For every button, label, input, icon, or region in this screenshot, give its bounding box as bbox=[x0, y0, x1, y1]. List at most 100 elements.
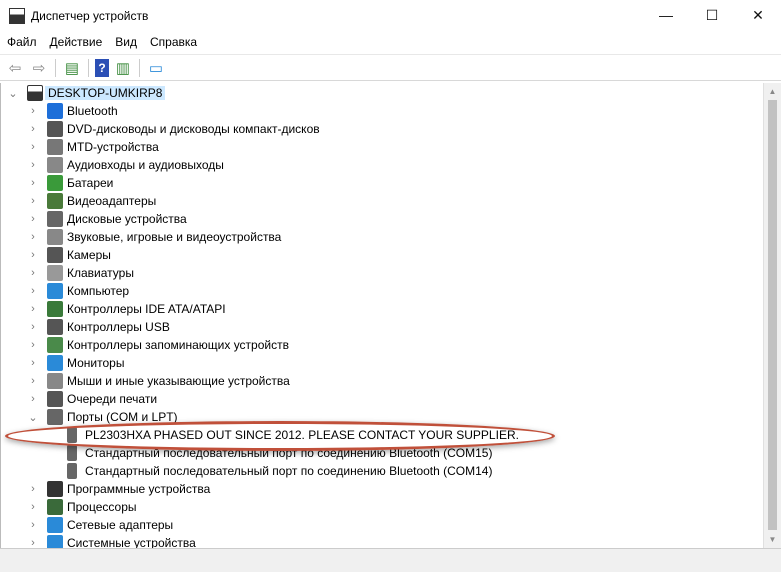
chevron-right-icon[interactable]: › bbox=[27, 159, 39, 171]
category-label: Очереди печати bbox=[67, 392, 158, 406]
tree-category[interactable]: › Сетевые адаптеры bbox=[27, 516, 173, 534]
menu-bar: Файл Действие Вид Справка bbox=[0, 32, 203, 52]
mtd-icon bbox=[47, 139, 63, 155]
software-device-icon bbox=[47, 481, 63, 497]
tree-category[interactable]: › MTD-устройства bbox=[27, 138, 159, 156]
chevron-right-icon[interactable]: › bbox=[27, 195, 39, 207]
chevron-right-icon[interactable]: › bbox=[27, 267, 39, 279]
chevron-right-icon[interactable]: › bbox=[27, 375, 39, 387]
scan-hardware-icon[interactable]: ▭ bbox=[146, 59, 166, 77]
tree-category[interactable]: › Мониторы bbox=[27, 354, 124, 372]
status-bar bbox=[0, 548, 781, 572]
title-bar: Диспетчер устройств — ☐ ✕ bbox=[0, 0, 781, 32]
chevron-right-icon[interactable]: › bbox=[27, 501, 39, 513]
device-item[interactable]: Стандартный последовательный порт по сое… bbox=[67, 462, 492, 480]
tree-category[interactable]: › Клавиатуры bbox=[27, 264, 134, 282]
category-label: MTD-устройства bbox=[67, 140, 159, 154]
system-icon bbox=[47, 535, 63, 548]
scroll-down-icon[interactable]: ▼ bbox=[764, 531, 781, 548]
vertical-scrollbar[interactable]: ▲ ▼ bbox=[763, 83, 781, 548]
tree-category[interactable]: › DVD-дисководы и дисководы компакт-диско… bbox=[27, 120, 320, 138]
menu-action[interactable]: Действие bbox=[44, 35, 109, 49]
category-label: Контроллеры IDE ATA/ATAPI bbox=[67, 302, 226, 316]
category-label: Дисковые устройства bbox=[67, 212, 187, 226]
window-title: Диспетчер устройств bbox=[31, 9, 149, 23]
tree-category[interactable]: › Компьютер bbox=[27, 282, 129, 300]
menu-view[interactable]: Вид bbox=[109, 35, 143, 49]
chevron-right-icon[interactable]: › bbox=[27, 213, 39, 225]
maximize-button[interactable]: ☐ bbox=[689, 0, 735, 30]
help-icon[interactable]: ? bbox=[95, 58, 109, 77]
category-label: Контроллеры USB bbox=[67, 320, 170, 334]
chevron-right-icon[interactable]: › bbox=[27, 303, 39, 315]
device-tree: ⌄ DESKTOP-UMKIRP8 › Bluetooth › DVD-дисково… bbox=[0, 83, 763, 548]
tree-category[interactable]: › Контроллеры USB bbox=[27, 318, 170, 336]
tree-category[interactable]: › Батареи bbox=[27, 174, 113, 192]
chevron-right-icon[interactable]: › bbox=[27, 321, 39, 333]
update-driver-icon[interactable]: ▥ bbox=[113, 59, 133, 77]
tree-category[interactable]: › Видеоадаптеры bbox=[27, 192, 156, 210]
category-label: Компьютер bbox=[67, 284, 130, 298]
tree-category[interactable]: › Очереди печати bbox=[27, 390, 157, 408]
storage-icon bbox=[47, 337, 63, 353]
category-label: Клавиатуры bbox=[67, 266, 134, 280]
category-label: Мониторы bbox=[67, 356, 125, 370]
chevron-down-icon[interactable]: ⌄ bbox=[27, 411, 39, 424]
toolbar-separator bbox=[88, 58, 89, 77]
port-icon bbox=[67, 445, 77, 461]
chevron-right-icon[interactable]: › bbox=[27, 249, 39, 261]
device-label: Стандартный последовательный порт по сое… bbox=[85, 464, 493, 478]
tree-category[interactable]: › Программные устройства bbox=[27, 480, 210, 498]
toolbar: ⇦ ⇨ ▤ ? ▥ ▭ bbox=[0, 54, 781, 81]
back-icon[interactable]: ⇦ bbox=[5, 59, 25, 77]
menu-file[interactable]: Файл bbox=[1, 35, 43, 49]
toolbar-separator bbox=[139, 58, 140, 77]
usb-icon bbox=[47, 319, 63, 335]
chevron-right-icon[interactable]: › bbox=[27, 123, 39, 135]
printer-icon bbox=[47, 391, 63, 407]
category-label: Мыши и иные указывающие устройства bbox=[67, 374, 290, 388]
tree-category[interactable]: › Аудиовходы и аудиовыходы bbox=[27, 156, 224, 174]
scroll-thumb[interactable] bbox=[768, 100, 777, 530]
tree-category[interactable]: › Системные устройства bbox=[27, 534, 196, 548]
minimize-button[interactable]: — bbox=[643, 0, 689, 30]
forward-icon[interactable]: ⇨ bbox=[29, 59, 49, 77]
chevron-right-icon[interactable]: › bbox=[27, 177, 39, 189]
tree-category[interactable]: › Bluetooth bbox=[27, 102, 118, 120]
scroll-up-icon[interactable]: ▲ bbox=[764, 83, 781, 100]
chevron-right-icon[interactable]: › bbox=[27, 537, 39, 548]
close-button[interactable]: ✕ bbox=[735, 0, 781, 30]
category-label: Видеоадаптеры bbox=[67, 194, 157, 208]
processor-icon bbox=[47, 499, 63, 515]
tree-category[interactable]: › Контроллеры IDE ATA/ATAPI bbox=[27, 300, 226, 318]
tree-category[interactable]: › Звуковые, игровые и видеоустройства bbox=[27, 228, 281, 246]
chevron-right-icon[interactable]: › bbox=[27, 285, 39, 297]
tree-category[interactable]: › Процессоры bbox=[27, 498, 137, 516]
chevron-right-icon[interactable]: › bbox=[27, 231, 39, 243]
sound-icon bbox=[47, 229, 63, 245]
chevron-right-icon[interactable]: › bbox=[27, 357, 39, 369]
tree-root[interactable]: ⌄ DESKTOP-UMKIRP8 bbox=[7, 84, 166, 102]
mouse-icon bbox=[47, 373, 63, 389]
monitor-icon bbox=[47, 355, 63, 371]
tree-category[interactable]: › Мыши и иные указывающие устройства bbox=[27, 372, 290, 390]
device-manager-icon bbox=[9, 8, 25, 24]
category-label: Звуковые, игровые и видеоустройства bbox=[67, 230, 282, 244]
tree-category[interactable]: › Камеры bbox=[27, 246, 111, 264]
computer-icon bbox=[27, 85, 43, 101]
chevron-right-icon[interactable]: › bbox=[27, 519, 39, 531]
battery-icon bbox=[47, 175, 63, 191]
chevron-right-icon[interactable]: › bbox=[27, 483, 39, 495]
menu-help[interactable]: Справка bbox=[144, 35, 203, 49]
category-label: Аудиовходы и аудиовыходы bbox=[67, 158, 224, 172]
chevron-down-icon[interactable]: ⌄ bbox=[7, 87, 19, 100]
chevron-right-icon[interactable]: › bbox=[27, 105, 39, 117]
chevron-right-icon[interactable]: › bbox=[27, 339, 39, 351]
chevron-right-icon[interactable]: › bbox=[27, 393, 39, 405]
properties-icon[interactable]: ▤ bbox=[62, 59, 82, 77]
category-label: DVD-дисководы и дисководы компакт-дисков bbox=[67, 122, 320, 136]
tree-category[interactable]: › Контроллеры запоминающих устройств bbox=[27, 336, 289, 354]
category-label: Сетевые адаптеры bbox=[67, 518, 174, 532]
chevron-right-icon[interactable]: › bbox=[27, 141, 39, 153]
tree-category[interactable]: › Дисковые устройства bbox=[27, 210, 187, 228]
